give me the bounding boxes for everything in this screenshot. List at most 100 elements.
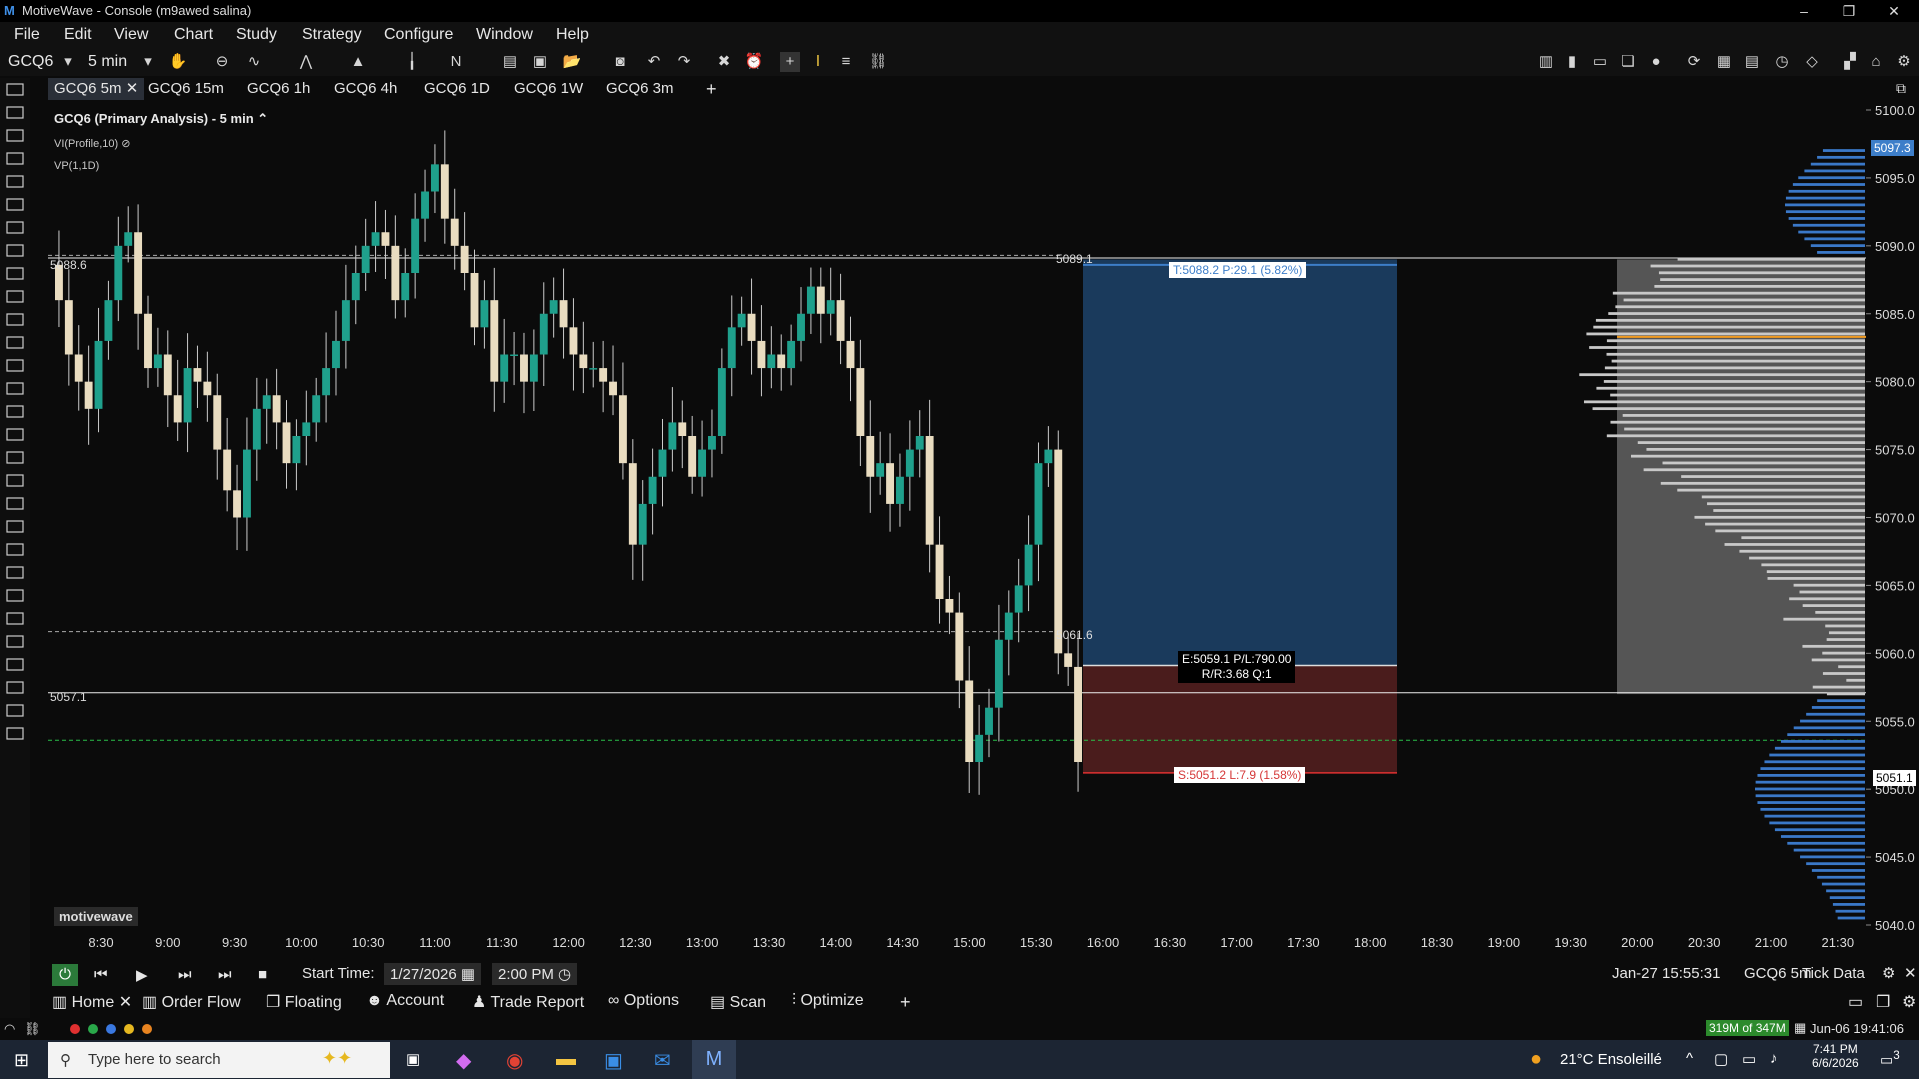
play-icon[interactable]: ▶ [136,966,148,984]
volume-profile-bar [1781,740,1865,743]
volume-profile-bar [1826,889,1865,892]
time-tick-label: 18:00 [1354,935,1387,950]
candle [767,355,775,369]
current-price-badge: 5097.3 [1871,140,1914,156]
data-mode: Tick Data [1802,965,1865,982]
volume-profile-bar [1624,428,1865,431]
time-tick-label: 9:00 [155,935,180,950]
volume-profile-bar [1610,421,1865,424]
volume-profile-bar [1741,536,1865,539]
copilot-icon[interactable]: ◆ [456,1048,471,1073]
pitch-icon [7,406,23,417]
file-explorer-icon[interactable]: ▬ [556,1048,576,1071]
hide-icon[interactable]: ⊘ [121,138,130,150]
volume-profile-bar [1783,618,1865,621]
price-chart[interactable]: 5100.0 5095.0 5090.0 5085.0 5080.0 5075.0 5070… [0,0,1919,1040]
channel-icon [7,567,23,578]
candle [866,436,874,477]
candle [599,368,607,382]
taskbar-clock[interactable]: 7:41 PM 6/6/2026 [1812,1042,1859,1070]
candle [213,395,221,449]
volume-profile-bar [1789,597,1865,600]
volume-profile-bar [1661,482,1865,485]
stop-icon[interactable]: ■ [258,966,267,983]
candle [144,314,152,368]
chevron-up-icon[interactable]: ⌃ [257,111,268,126]
step-icon[interactable]: ⏭ [178,966,192,983]
candle [936,545,944,599]
start-time-field[interactable]: 2:00 PM ◷ [492,963,577,985]
candle [579,355,587,369]
candle [965,681,973,763]
status-dot-orange [142,1024,152,1034]
volume-icon[interactable]: ♪ [1770,1050,1778,1067]
close-icon[interactable]: ✕ [119,994,132,1011]
volume-profile-bar [1713,509,1865,512]
chrome-icon[interactable]: ◉ [506,1048,523,1073]
panel-scan[interactable]: ▤ Scan [710,992,766,1012]
volume-profile-bar [1802,645,1865,648]
candle [550,300,558,314]
windows-start-icon[interactable]: ⊞ [14,1050,29,1071]
tray-chevron-icon[interactable]: ^ [1686,1050,1693,1067]
mail-icon[interactable]: ✉ [654,1048,671,1073]
panel-order-flow[interactable]: ▥ Order Flow [142,992,241,1012]
volume-profile-bar [1694,516,1865,519]
candle [955,613,963,681]
calendar-icon[interactable]: ▦ [461,966,475,983]
volume-profile-bar [1836,910,1865,913]
network-icon[interactable]: ▭ [1742,1050,1756,1068]
volume-profile-bar [1804,237,1865,240]
last-price-badge: 5051.1 [1873,770,1916,786]
floating-icon: ❐ [266,994,280,1011]
power-icon[interactable]: ⏻ [52,964,78,986]
panel-home[interactable]: ▥ Home ✕ [52,992,132,1012]
taskbar-search[interactable]: ⚲ Type here to search ✦✦ [48,1042,390,1078]
panel-optimize[interactable]: ⫶ Optimize [792,992,864,1010]
volume-profile-bar [1755,788,1865,791]
volume-profile-bar [1607,434,1865,437]
volume-profile-bar [1659,271,1865,274]
fast-forward-icon[interactable]: ⏭ [218,966,232,983]
notifications-icon[interactable]: ▭3 [1880,1049,1900,1069]
task-view-icon[interactable]: ▣ [406,1050,420,1068]
motivewave-taskbar-icon[interactable]: M [692,1040,736,1079]
candle [263,395,271,409]
settings-icon[interactable]: ⚙ [1882,964,1895,982]
copy-icon[interactable]: ❐ [1876,992,1890,1012]
candle [164,355,172,396]
tray-device-icon[interactable]: ▢ [1714,1050,1728,1068]
settings-icon[interactable]: ⚙ [1902,992,1916,1012]
store-icon[interactable]: ▣ [604,1048,623,1073]
candle [817,287,825,314]
volume-profile-bar [1812,869,1865,872]
volume-profile-bar [1815,611,1865,614]
candle [174,395,182,422]
panel-trade-report[interactable]: ♟ Trade Report [472,992,584,1012]
volume-profile-bar [1786,210,1865,213]
dock-icon[interactable]: ▭ [1848,992,1863,1012]
volume-profile-bar [1593,326,1865,329]
volume-profile-bar [1794,849,1865,852]
price-tick-label: 5065.0 [1875,578,1915,593]
panel-floating[interactable]: ❐ Floating [266,992,342,1012]
volume-profile-bar [1786,197,1865,200]
target-label: T:5088.2 P:29.1 (5.82%) [1169,262,1306,278]
candle [352,273,360,300]
rewind-icon[interactable]: ⏮ [94,966,108,983]
volume-profile-bar [1768,577,1865,580]
panel-options[interactable]: ∞ Options [608,992,679,1010]
start-date-field[interactable]: 1/27/2026 ▦ [384,963,481,985]
add-panel-icon[interactable]: + [900,992,911,1013]
candle [154,355,162,369]
volume-profile-bar [1604,380,1865,383]
study-label-vi: VI(Profile,10) ⊘ [54,137,130,150]
memory-usage[interactable]: 319M of 347M [1706,1020,1789,1036]
close-icon[interactable]: ✕ [1904,964,1917,982]
candle [510,355,518,357]
entry-label: E:5059.1 P/L:790.00 R/R:3.68 Q:1 [1178,651,1295,683]
candle [886,463,894,504]
clock-icon[interactable]: ◷ [558,966,571,983]
panel-account[interactable]: ☻ Account [366,992,444,1010]
volume-profile-bar [1584,400,1865,403]
